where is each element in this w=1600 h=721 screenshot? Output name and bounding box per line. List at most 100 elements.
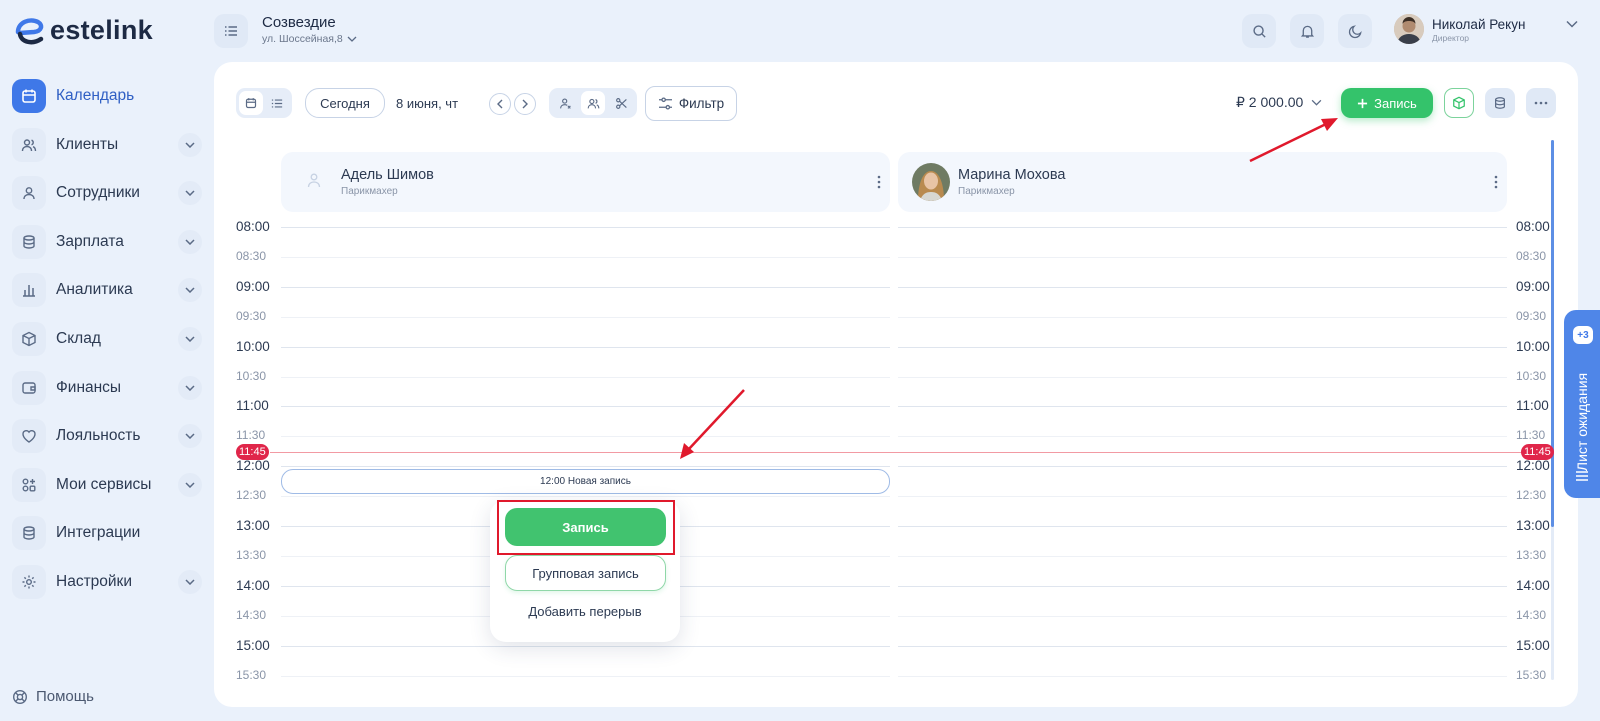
time-label: 13:00	[236, 518, 270, 533]
chevron-down-icon[interactable]	[178, 424, 202, 449]
list-view-button[interactable]	[265, 91, 289, 115]
staff-mode-toggle	[549, 88, 637, 118]
chevron-down-icon[interactable]	[178, 569, 202, 594]
chevron-down-icon[interactable]	[178, 181, 202, 206]
next-day-button[interactable]	[514, 93, 536, 115]
moon-icon	[1348, 24, 1362, 38]
time-label: 09:00	[1516, 279, 1550, 294]
sidebar-item-analytics[interactable]: Аналитика	[12, 272, 202, 308]
revenue-value: ₽ 2 000.00	[1236, 94, 1304, 110]
current-time-badge: 11:45	[1521, 444, 1554, 460]
sidebar-item-label: Аналитика	[56, 281, 133, 299]
sidebar-item-calendar[interactable]: Календарь	[12, 78, 202, 114]
more-options-button[interactable]	[1526, 88, 1556, 118]
users-icon	[587, 98, 599, 108]
chevron-down-icon	[1311, 99, 1322, 106]
logo-text: estelink	[50, 14, 153, 45]
time-slot-line	[281, 406, 890, 407]
time-label: 15:30	[1516, 668, 1547, 682]
new-booking-slot[interactable]: 12:00 Новая запись	[281, 469, 890, 494]
services-mode-button[interactable]	[609, 91, 633, 115]
sidebar-item-integrations[interactable]: Интеграции	[12, 515, 202, 551]
time-slot-line	[281, 287, 890, 288]
sidebar-item-label: Склад	[56, 329, 101, 347]
filter-button[interactable]: Фильтр	[645, 86, 737, 121]
waitlist-tab[interactable]: +3 Лист ожидания	[1564, 310, 1600, 498]
search-button[interactable]	[1242, 14, 1276, 48]
add-booking-label: Запись	[1374, 95, 1417, 111]
prev-day-button[interactable]	[489, 93, 511, 115]
time-slot-line	[898, 586, 1507, 587]
more-vertical-icon[interactable]	[1493, 174, 1499, 190]
sidebar-item-my-services[interactable]: Мои сервисы	[12, 467, 202, 503]
calendar-icon	[12, 79, 46, 113]
sidebar-item-label: Зарплата	[56, 232, 124, 250]
theme-toggle-button[interactable]	[1338, 14, 1372, 48]
sidebar-item-loyalty[interactable]: Лояльность	[12, 418, 202, 454]
sidebar-item-settings[interactable]: Настройки	[12, 564, 202, 600]
staff-role: Парикмахер	[958, 186, 1015, 197]
products-button[interactable]	[1444, 88, 1474, 118]
sidebar-item-salary[interactable]: Зарплата	[12, 224, 202, 260]
time-label: 14:30	[1516, 608, 1547, 622]
org-address: ул. Шоссейная,8	[262, 33, 343, 45]
heart-icon	[12, 419, 46, 454]
chevron-down-icon[interactable]	[1566, 20, 1578, 28]
users-icon	[12, 127, 46, 162]
time-slot-line	[281, 496, 890, 497]
chevron-right-icon	[522, 99, 528, 109]
chevron-down-icon[interactable]	[178, 375, 202, 400]
cash-register-button[interactable]	[1485, 88, 1515, 118]
sidebar-item-label: Финансы	[56, 378, 122, 396]
time-slot-line	[898, 556, 1507, 557]
scrollbar[interactable]	[1551, 140, 1554, 527]
waitlist-count-badge: +3	[1573, 326, 1593, 344]
box-icon	[12, 321, 46, 356]
user-photo	[1394, 14, 1424, 44]
time-label: 15:00	[1516, 638, 1550, 653]
time-label: 14:30	[236, 608, 267, 622]
calendar-view-button[interactable]	[239, 91, 263, 115]
time-slot-line	[281, 436, 890, 437]
today-button[interactable]: Сегодня	[305, 88, 385, 118]
scissors-icon	[615, 97, 627, 109]
group-booking-button[interactable]: Групповая запись	[505, 555, 666, 591]
time-label: 10:30	[236, 369, 267, 383]
menu-button[interactable]	[214, 14, 248, 48]
time-label: 14:00	[236, 578, 270, 593]
time-slot-line	[281, 257, 890, 258]
time-label: 09:30	[1516, 309, 1547, 323]
chevron-down-icon[interactable]	[178, 472, 202, 497]
time-label: 08:00	[1516, 219, 1550, 234]
add-booking-button[interactable]: Запись	[1341, 88, 1433, 118]
user-avatar[interactable]	[1394, 14, 1424, 44]
org-address-selector[interactable]: ул. Шоссейная,8	[262, 33, 357, 45]
sidebar-item-clients[interactable]: Клиенты	[12, 127, 202, 163]
chevron-down-icon[interactable]	[178, 326, 202, 351]
coins-icon	[1495, 97, 1505, 109]
chevron-down-icon[interactable]	[178, 278, 202, 303]
sidebar-item-employees[interactable]: Сотрудники	[12, 175, 202, 211]
time-slot-line	[898, 377, 1507, 378]
database-icon	[12, 516, 46, 551]
staff-column-header[interactable]: Адель Шимов Парикмахер	[281, 152, 890, 212]
highlight-box	[497, 500, 675, 555]
plus-icon	[1358, 98, 1368, 108]
staff-column-header[interactable]: Марина Мохова Парикмахер	[898, 152, 1507, 212]
time-label: 12:00	[1516, 458, 1550, 473]
revenue-selector[interactable]: ₽ 2 000.00	[1236, 94, 1322, 111]
more-vertical-icon[interactable]	[876, 174, 882, 190]
add-break-button[interactable]: Добавить перерыв	[490, 604, 680, 619]
notifications-button[interactable]	[1290, 14, 1324, 48]
single-staff-button[interactable]	[553, 91, 577, 115]
all-staff-button[interactable]	[581, 91, 605, 115]
sidebar-item-warehouse[interactable]: Склад	[12, 321, 202, 357]
current-time-badge: 11:45	[236, 444, 269, 460]
sidebar-item-finance[interactable]: Финансы	[12, 370, 202, 406]
logo[interactable]: estelink	[12, 12, 153, 48]
org-title[interactable]: Созвездие	[262, 14, 336, 31]
help-link[interactable]: Помощь	[12, 688, 94, 705]
chevron-down-icon[interactable]	[178, 229, 202, 254]
bell-icon	[1300, 25, 1314, 38]
chevron-down-icon[interactable]	[178, 132, 202, 157]
